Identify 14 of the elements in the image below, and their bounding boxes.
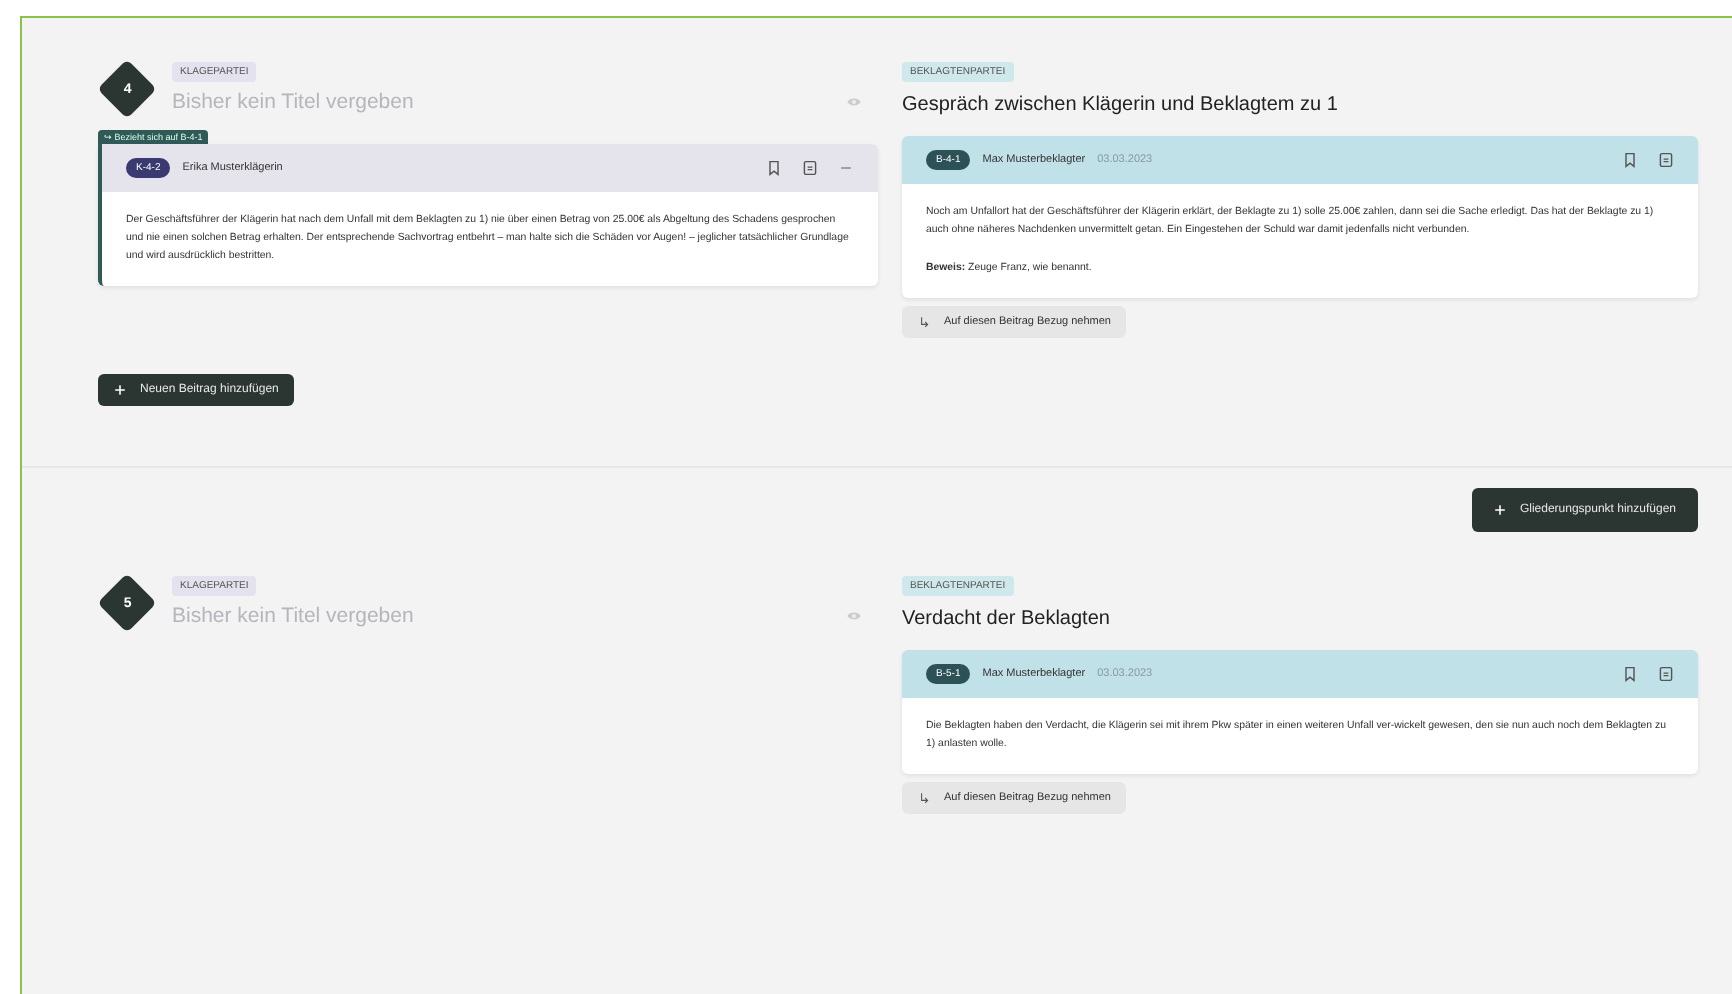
document-icon[interactable] bbox=[802, 160, 818, 176]
bookmark-icon[interactable] bbox=[1622, 666, 1638, 682]
outline-point-title: Gespräch zwischen Klägerin und Beklagtem zu 1 bbox=[902, 94, 1340, 116]
reply-arrow-icon bbox=[918, 792, 930, 804]
plus-icon bbox=[1493, 504, 1506, 516]
outline-point-title: Verdacht der Beklagten bbox=[902, 608, 1112, 630]
title-input-field[interactable]: Bisher kein Titel vergeben bbox=[172, 90, 846, 114]
title-input-field[interactable]: Bisher kein Titel vergeben bbox=[172, 604, 846, 628]
document-icon[interactable] bbox=[1658, 152, 1674, 168]
plus-icon bbox=[114, 384, 126, 396]
reply-arrow-icon bbox=[918, 316, 930, 328]
bookmark-icon[interactable] bbox=[1622, 152, 1638, 168]
bookmark-icon[interactable] bbox=[766, 160, 782, 176]
document-icon[interactable] bbox=[1658, 666, 1674, 682]
